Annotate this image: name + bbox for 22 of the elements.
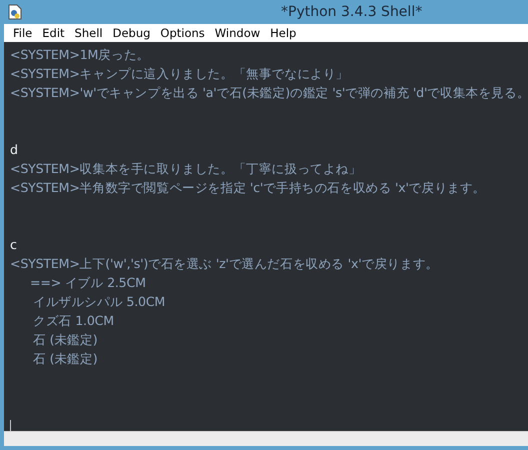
list-entry: ==> イブル 2.5CM	[29, 274, 146, 292]
list-entry: 石 (未鑑定)	[32, 350, 98, 368]
menu-item[interactable]: Help	[265, 26, 302, 40]
output-line: <SYSTEM>'w'でキャンプを出る 'a'で石(未鑑定)の鑑定 's'で弾の補充 'd'で収集本を見る。	[10, 84, 528, 102]
list-entry: クズ石 1.0CM	[32, 312, 114, 330]
window-title: *Python 3.4.3 Shell*	[281, 4, 422, 20]
menu-item[interactable]: Window	[210, 26, 266, 40]
input-line: d	[10, 141, 18, 159]
list-entry: イルザルシパル 5.0CM	[32, 293, 166, 311]
menu-item[interactable]: Edit	[37, 26, 70, 40]
output-line: <SYSTEM>収集本を手に取りました。「丁寧に扱ってよね」	[10, 160, 362, 178]
output-line: <SYSTEM>キャンプに這入りました。「無事でなにより」	[10, 65, 349, 83]
output-line: <SYSTEM>上下('w','s')で石を選ぶ 'z'で選んだ石を収める 'x'で戻ります。	[10, 255, 438, 273]
menu-item[interactable]: Shell	[70, 26, 108, 40]
input-line: c	[10, 236, 17, 254]
output-line: <SYSTEM>半角数字で閲覧ページを指定 'c'で手持ちの石を収める 'x'で戻ります。	[10, 179, 486, 197]
menu-item[interactable]: Options	[155, 26, 210, 40]
output-line: <SYSTEM>1M戻った。	[10, 46, 150, 64]
menu-item[interactable]: Debug	[108, 26, 156, 40]
menu-item[interactable]: File	[8, 26, 38, 40]
list-entry: 石 (未鑑定)	[32, 331, 98, 349]
python-file-icon	[8, 4, 22, 20]
